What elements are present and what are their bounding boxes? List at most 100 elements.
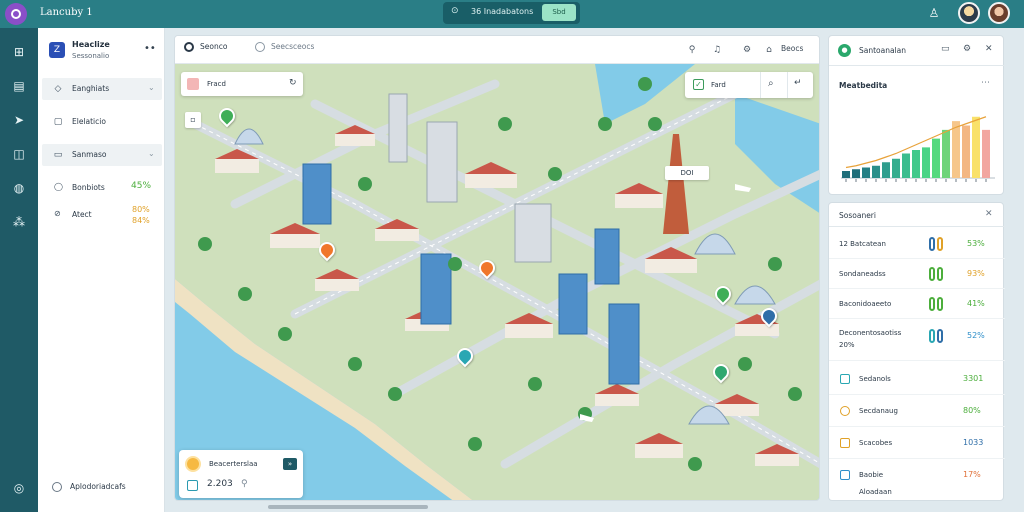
chart-bar bbox=[962, 125, 970, 178]
more-icon[interactable]: ⋯ bbox=[981, 78, 990, 88]
tool-label[interactable]: Beocs bbox=[781, 44, 803, 53]
list-item[interactable]: Sedanols 3301 bbox=[829, 363, 1005, 395]
list-item-label: Secdanaug bbox=[859, 407, 898, 415]
list-item-label: 12 Batcatean bbox=[839, 240, 886, 248]
avatar[interactable] bbox=[958, 2, 980, 24]
document-icon: ▢ bbox=[53, 117, 63, 127]
map-toolbar: Seonco Seecsceocs ⚲ ♫ ⚙ ⌂ Beocs bbox=[175, 36, 819, 64]
list-item[interactable]: Deconentosaotiss 20% 52% bbox=[829, 319, 1005, 361]
list-item[interactable]: Scacobes 1033 bbox=[829, 427, 1005, 459]
layout-icon[interactable]: ▤ bbox=[9, 76, 29, 96]
sidebar-header: Z Heaclize Sessonalio •• bbox=[38, 28, 165, 73]
list-item[interactable]: Sondaneadss 93% bbox=[829, 259, 1005, 289]
list-item-value: 80% bbox=[963, 406, 981, 415]
map-info-card[interactable]: Beacerterslaa » 2.203 ⚲ bbox=[179, 450, 303, 498]
list-item-sublabel: Aloadaan bbox=[859, 488, 892, 496]
chart-bar bbox=[932, 138, 940, 178]
center-status-pill[interactable]: ⊙ 36 Inadabatons Sbd bbox=[443, 2, 580, 24]
settings-icon[interactable]: ⚙ bbox=[740, 43, 754, 57]
clock-icon bbox=[255, 42, 265, 52]
refresh-icon[interactable]: ↻ bbox=[289, 78, 297, 88]
close-icon[interactable]: ✕ bbox=[985, 44, 993, 54]
list-item[interactable]: Baconidoaeeto 41% bbox=[829, 289, 1005, 319]
compass-icon[interactable]: ◍ bbox=[9, 178, 29, 198]
indicator-bars bbox=[929, 329, 945, 345]
window-icon[interactable]: ▭ bbox=[941, 44, 950, 54]
list-item[interactable]: Baobie Aloadaan 17% bbox=[829, 459, 1005, 499]
workspace-logo-icon: Z bbox=[49, 42, 65, 58]
list-item-value: 53% bbox=[967, 239, 985, 248]
close-icon[interactable]: ✕ bbox=[985, 209, 993, 219]
grid-icon[interactable]: ⊞ bbox=[9, 42, 29, 62]
chart-icon[interactable]: ◫ bbox=[9, 144, 29, 164]
chart-panel: ● Santoanalan ▭ ⚙ ✕ Meatbedita ⋯ bbox=[828, 35, 1005, 195]
app-logo-icon[interactable] bbox=[5, 3, 27, 25]
target-icon bbox=[184, 42, 194, 52]
lock-icon[interactable]: ⌂ bbox=[762, 43, 776, 57]
indicator-bars bbox=[929, 267, 945, 283]
list-item-label: Sondaneadss bbox=[839, 270, 886, 278]
tab-active[interactable]: Seonco bbox=[184, 42, 227, 58]
map-card-title: Beacerterslaa bbox=[209, 460, 258, 468]
notification-icon[interactable]: ♙ bbox=[927, 6, 941, 20]
sidebar-item-2[interactable]: ▭ Sanmaso ⌄ bbox=[42, 144, 162, 166]
chart-bar bbox=[892, 158, 900, 178]
map-filter-box[interactable]: ✓ Fard ⌕ ↵ bbox=[685, 72, 813, 98]
chevron-down-icon: ⌄ bbox=[148, 83, 155, 92]
chart-title: Meatbedita bbox=[839, 81, 888, 90]
more-icon[interactable]: •• bbox=[144, 43, 156, 54]
chart-bar bbox=[922, 147, 930, 178]
map-search-box[interactable]: Fracd ↻ bbox=[181, 72, 303, 96]
tab-inactive[interactable]: Seecsceocs bbox=[255, 42, 314, 58]
sidebar-subtitle: Sessonalio bbox=[72, 52, 110, 60]
list-item-sublabel: 20% bbox=[839, 341, 855, 349]
list-item-label: Deconentosaotiss bbox=[839, 329, 902, 337]
map-canvas[interactable]: Fracd ↻ ▫ ✓ Fard ⌕ ↵ DOI Beacerterslaa »… bbox=[175, 64, 819, 500]
sidebar-footer[interactable]: Aplodoriadcafs bbox=[52, 482, 126, 492]
stat-value: 45% bbox=[131, 181, 152, 191]
horizontal-scrollbar[interactable] bbox=[268, 505, 428, 509]
sidebar-footer-label: Aplodoriadcafs bbox=[70, 482, 126, 491]
avatar[interactable] bbox=[988, 2, 1010, 24]
map-search-text: Fracd bbox=[207, 80, 226, 88]
center-status-badge[interactable]: Sbd bbox=[542, 4, 576, 21]
exit-icon[interactable]: ↵ bbox=[794, 78, 802, 88]
sidebar-title: Heaclize bbox=[72, 40, 110, 49]
list-item[interactable]: 12 Batcatean 53% bbox=[829, 229, 1005, 259]
expand-button[interactable]: » bbox=[283, 458, 297, 470]
pin-icon[interactable]: ⚲ bbox=[685, 43, 699, 57]
map-pin-label[interactable]: DOI bbox=[665, 166, 709, 180]
map-layer-button[interactable]: ▫ bbox=[185, 112, 201, 128]
indicator-bars bbox=[929, 297, 945, 313]
divider bbox=[760, 72, 761, 98]
list-panel: Sosoaneri ✕ 12 Batcatean 53% Sondaneadss… bbox=[828, 202, 1005, 501]
left-rail: ⊞ ▤ ➤ ◫ ◍ ⁂ ◎ bbox=[0, 28, 38, 512]
checkbox-icon[interactable]: ✓ bbox=[693, 79, 704, 90]
list-item[interactable]: Secdanaug 80% bbox=[829, 395, 1005, 427]
map-panel: Seonco Seecsceocs ⚲ ♫ ⚙ ⌂ Beocs Fracd ↻ … bbox=[174, 35, 820, 501]
chart-bar bbox=[972, 116, 980, 178]
apps-icon[interactable]: ⁂ bbox=[9, 212, 29, 232]
lock-icon: ⊘ bbox=[54, 209, 61, 218]
pin-icon[interactable]: ⚲ bbox=[241, 479, 248, 489]
info-icon bbox=[52, 482, 62, 492]
bell-icon[interactable]: ♫ bbox=[710, 43, 724, 57]
settings-icon[interactable]: ⚙ bbox=[963, 44, 971, 54]
list-panel-title: Sosoaneri bbox=[839, 211, 876, 220]
box-icon bbox=[840, 438, 850, 448]
chevron-down-icon: ⌄ bbox=[148, 149, 155, 158]
zoom-icon[interactable]: ⌕ bbox=[768, 78, 774, 89]
map-card-value: 2.203 bbox=[207, 479, 233, 489]
sidebar-item-1[interactable]: ▢ Elelaticio bbox=[42, 111, 162, 133]
tab-label: Seecsceocs bbox=[271, 42, 315, 51]
chart-bar bbox=[942, 129, 950, 178]
chart-bar bbox=[952, 121, 960, 178]
sidebar-item-0[interactable]: ◇ Eanghiats ⌄ bbox=[42, 78, 162, 100]
list-item-value: 52% bbox=[967, 331, 985, 340]
tag-icon: ◇ bbox=[54, 84, 62, 94]
sidebar-item-label: Eanghiats bbox=[72, 84, 110, 93]
list-item-label: Scacobes bbox=[859, 439, 893, 447]
support-icon[interactable]: ◎ bbox=[9, 478, 29, 498]
send-icon[interactable]: ➤ bbox=[9, 110, 29, 130]
chart-bar bbox=[882, 162, 890, 178]
